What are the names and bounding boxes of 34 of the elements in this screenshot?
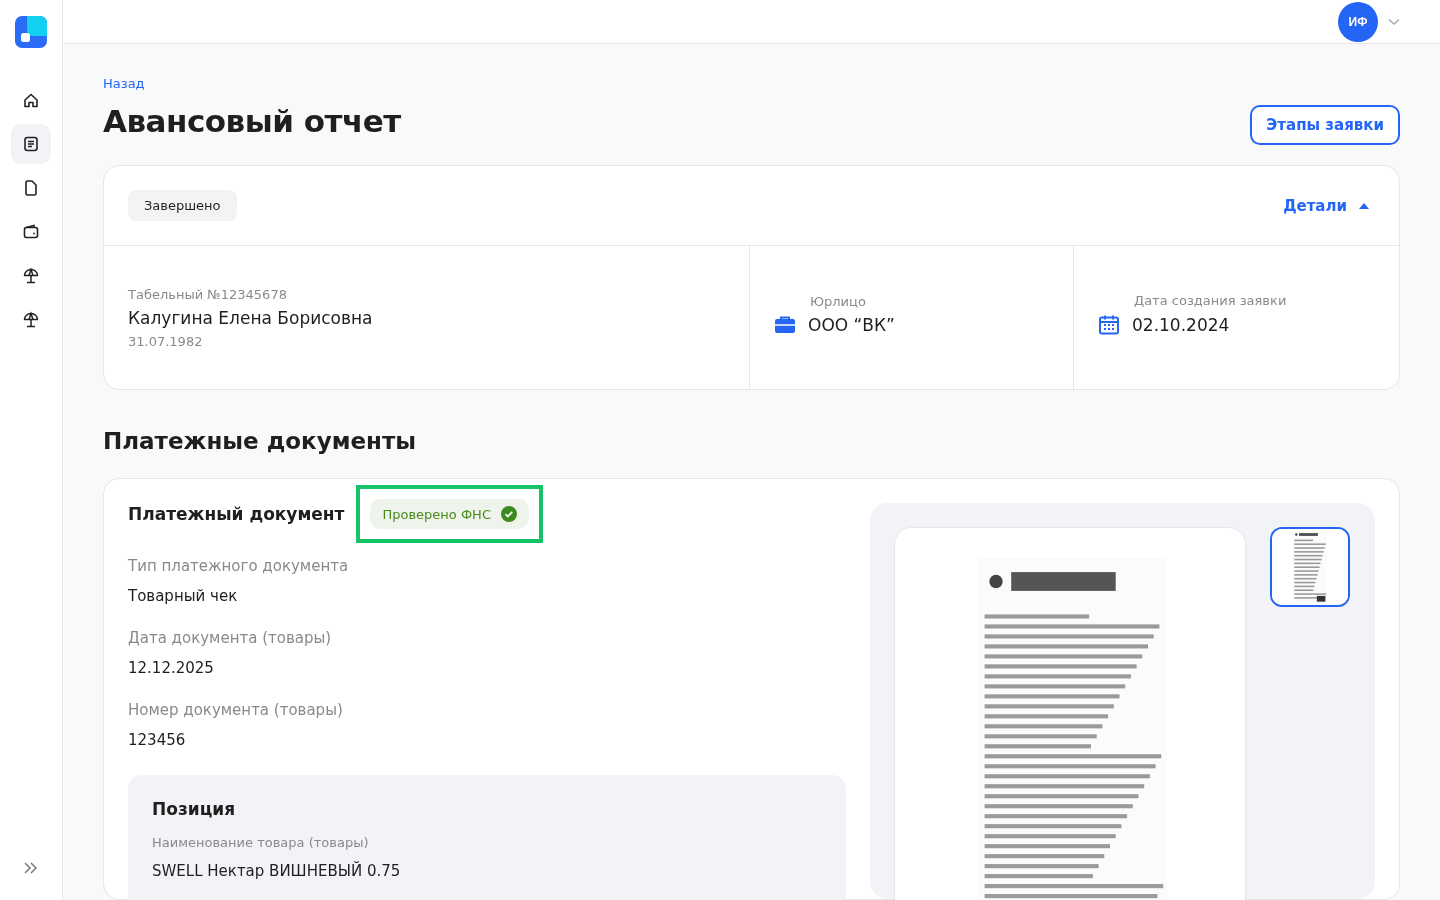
sidebar-item[interactable]: [11, 124, 51, 164]
field-value: 123456: [128, 731, 187, 749]
entity-label: Юрлицо: [809, 294, 867, 309]
created-label: Дата создания заявки: [1133, 293, 1288, 308]
document-title: Платежный документ: [128, 504, 345, 524]
field-label: Наименование товара (товары): [152, 835, 370, 850]
field-label: Номер документа (товары): [128, 701, 344, 719]
user-avatar[interactable]: ИФ: [1338, 1, 1378, 42]
details-toggle[interactable]: Детали: [1283, 196, 1369, 215]
tab-number: Табельный №12345678: [128, 286, 288, 302]
created-date: 02.10.2024: [1132, 315, 1230, 335]
thumbnail[interactable]: [1270, 527, 1350, 607]
section-title: Платежные документы: [103, 428, 418, 454]
verified-badge: Проверено ФНС: [370, 499, 529, 529]
position-title: Позиция: [152, 799, 237, 819]
status-badge: Завершено: [128, 190, 237, 221]
field-label: Тип платежного документа: [128, 557, 350, 575]
employee-name: Калугина Елена Борисовна: [128, 307, 374, 328]
list-icon: [21, 134, 41, 154]
app-logo[interactable]: [15, 16, 47, 48]
stages-button[interactable]: Этапы заявки: [1250, 105, 1400, 145]
page-title: Авансовый отчет: [103, 103, 401, 139]
field-label: Дата документа (товары): [128, 629, 333, 647]
caret-up-icon: [1359, 202, 1369, 209]
entity-value: ООО “ВК”: [808, 315, 895, 335]
umbrella-icon: [21, 310, 41, 330]
field-value: 12.12.2025: [128, 659, 215, 677]
calendar-icon: [1098, 314, 1120, 336]
birth-date: 31.07.1982: [128, 333, 204, 349]
field-value: SWELL Нектар ВИШНЕВЫЙ 0.75: [152, 862, 402, 880]
umbrella-icon: [21, 266, 41, 286]
briefcase-icon: [774, 315, 796, 335]
field-value: Товарный чек: [128, 587, 239, 605]
back-link[interactable]: Назад: [103, 76, 145, 91]
